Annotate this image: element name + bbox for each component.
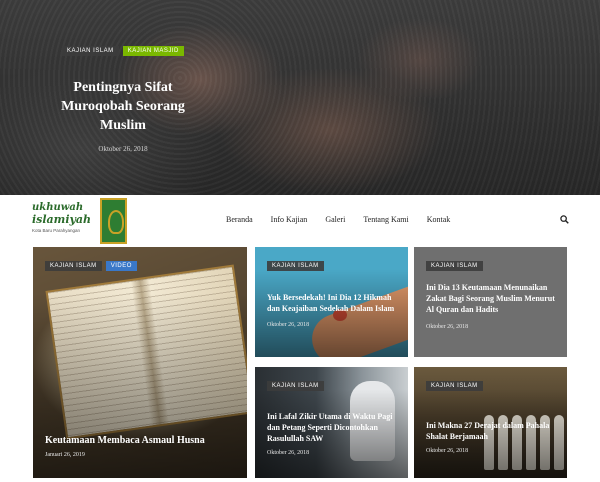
post-title[interactable]: Ini Dia 13 Keutamaan Menunaikan Zakat Ba… <box>426 282 557 315</box>
post-date: Oktober 26, 2018 <box>267 322 310 328</box>
post-categories: KAJIAN ISLAM <box>426 381 483 391</box>
hero-banner[interactable]: KAJIAN ISLAM KAJIAN MASJID Pentingnya Si… <box>0 0 600 195</box>
post-title[interactable]: Ini Makna 27 Derajat dalam Pahala Shalat… <box>426 420 557 442</box>
post-date: Januari 26, 2019 <box>45 452 85 458</box>
post-card[interactable]: KAJIAN ISLAM Ini Lafal Zikir Utama di Wa… <box>255 367 408 478</box>
post-text: Ini Lafal Zikir Utama di Waktu Pagi dan … <box>267 411 398 456</box>
post-card-featured[interactable]: KAJIAN ISLAM VIDEO Keutamaan Membaca Asm… <box>33 247 247 478</box>
post-date: Oktober 26, 2018 <box>426 324 469 330</box>
nav-item-info-kajian[interactable]: Info Kajian <box>271 215 308 224</box>
category-badge[interactable]: KAJIAN ISLAM <box>426 261 483 271</box>
category-badge[interactable]: KAJIAN ISLAM <box>62 46 119 56</box>
nav-item-beranda[interactable]: Beranda <box>226 215 253 224</box>
hero-categories: KAJIAN ISLAM KAJIAN MASJID <box>62 46 198 56</box>
site-logo[interactable]: ukhuwah islamiyah Kota Baru Parahyangan <box>32 198 127 244</box>
category-badge[interactable]: VIDEO <box>105 261 137 271</box>
post-card[interactable]: KAJIAN ISLAM Ini Dia 13 Keutamaan Menuna… <box>414 247 567 357</box>
nav-item-galeri[interactable]: Galeri <box>325 215 345 224</box>
logo-line2: islamiyah <box>32 213 92 226</box>
nav-item-kontak[interactable]: Kontak <box>427 215 451 224</box>
post-text: Ini Makna 27 Derajat dalam Pahala Shalat… <box>426 420 557 454</box>
post-title[interactable]: Yuk Bersedekah! Ini Dia 12 Hikmah dan Ke… <box>267 292 398 314</box>
category-badge[interactable]: KAJIAN ISLAM <box>45 261 102 271</box>
post-grid: KAJIAN ISLAM VIDEO Keutamaan Membaca Asm… <box>0 247 600 482</box>
post-title[interactable]: Keutamaan Membaca Asmaul Husna <box>45 435 237 446</box>
category-badge[interactable]: KAJIAN MASJID <box>122 46 184 56</box>
logo-emblem-icon <box>100 198 127 244</box>
post-categories: KAJIAN ISLAM <box>267 261 324 271</box>
post-categories: KAJIAN ISLAM <box>426 261 483 271</box>
site-header: ukhuwah islamiyah Kota Baru Parahyangan … <box>0 195 600 247</box>
category-badge[interactable]: KAJIAN ISLAM <box>426 381 483 391</box>
post-date: Oktober 26, 2018 <box>426 448 469 454</box>
logo-text: ukhuwah islamiyah Kota Baru Parahyangan <box>32 202 96 233</box>
post-card[interactable]: KAJIAN ISLAM Ini Makna 27 Derajat dalam … <box>414 367 567 478</box>
post-categories: KAJIAN ISLAM VIDEO <box>45 261 137 271</box>
post-text: Keutamaan Membaca Asmaul Husna Januari 2… <box>45 435 237 458</box>
hero-date: Oktober 26, 2018 <box>98 145 148 153</box>
main-nav: Beranda Info Kajian Galeri Tentang Kami … <box>226 215 450 224</box>
post-card[interactable]: KAJIAN ISLAM Yuk Bersedekah! Ini Dia 12 … <box>255 247 408 357</box>
post-categories: KAJIAN ISLAM <box>267 381 324 391</box>
category-badge[interactable]: KAJIAN ISLAM <box>267 261 324 271</box>
search-icon[interactable] <box>560 215 569 224</box>
post-date: Oktober 26, 2018 <box>267 450 310 456</box>
post-text: Ini Dia 13 Keutamaan Menunaikan Zakat Ba… <box>426 282 557 330</box>
hero-title[interactable]: Pentingnya Sifat Muroqobah Seorang Musli… <box>48 78 198 135</box>
nav-item-tentang-kami[interactable]: Tentang Kami <box>363 215 408 224</box>
category-badge[interactable]: KAJIAN ISLAM <box>267 381 324 391</box>
post-text: Yuk Bersedekah! Ini Dia 12 Hikmah dan Ke… <box>267 292 398 328</box>
hero-content: KAJIAN ISLAM KAJIAN MASJID Pentingnya Si… <box>48 46 198 153</box>
logo-tagline: Kota Baru Parahyangan <box>32 228 81 233</box>
post-title[interactable]: Ini Lafal Zikir Utama di Waktu Pagi dan … <box>267 411 398 444</box>
